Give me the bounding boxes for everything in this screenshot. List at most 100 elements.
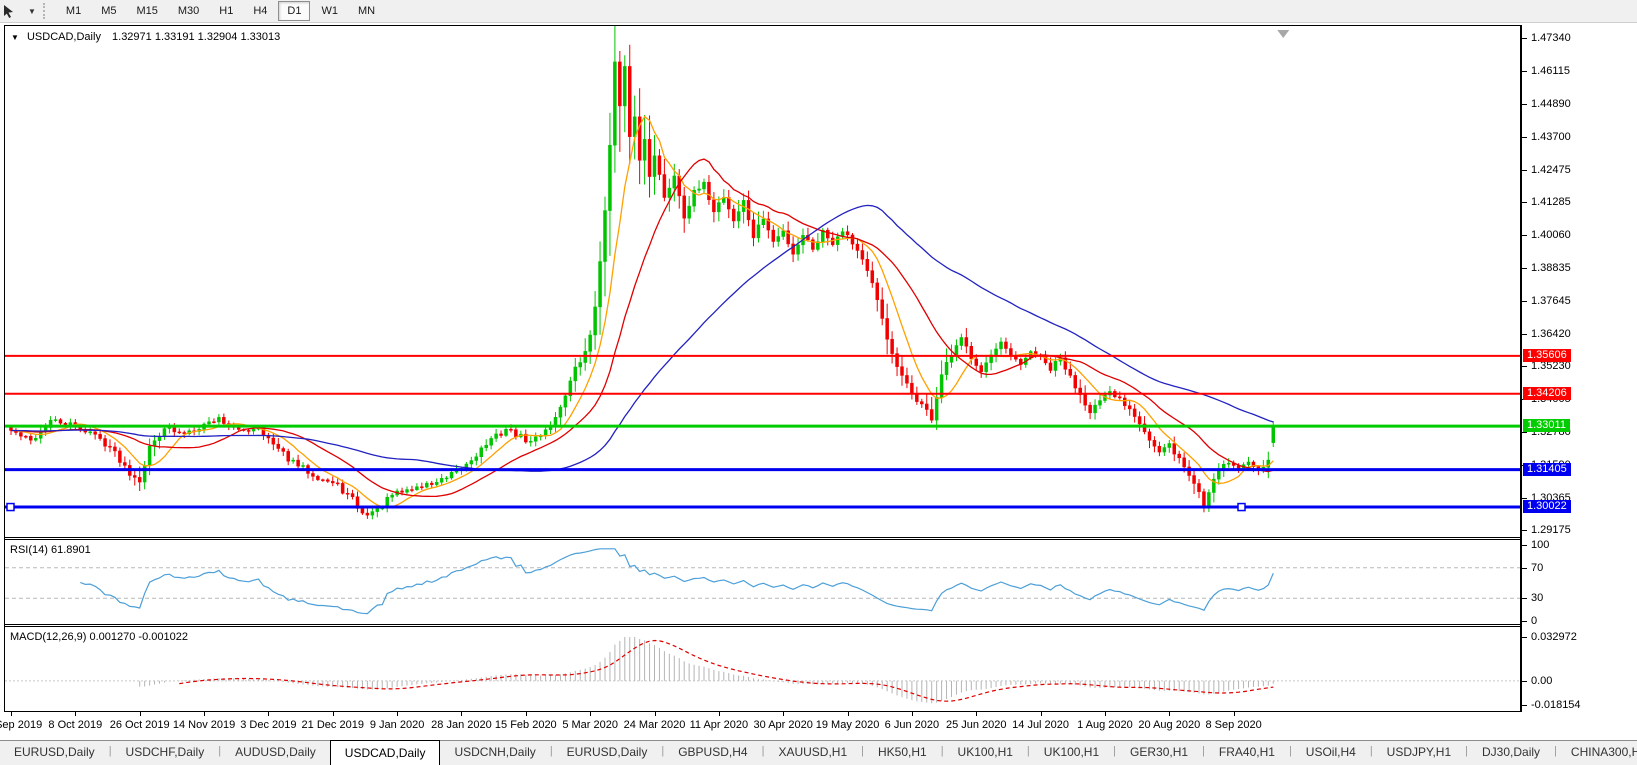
date-tick-label: 8 Sep 2020 bbox=[1206, 719, 1262, 731]
axis-tick bbox=[1522, 38, 1527, 39]
price-axis[interactable]: 1.473401.461151.448901.437001.424751.412… bbox=[1521, 25, 1637, 712]
date-tick bbox=[11, 712, 12, 716]
date-tick bbox=[848, 712, 849, 716]
cursor-tool-dropdown-icon[interactable]: ▼ bbox=[28, 7, 36, 16]
rsi-chart[interactable] bbox=[5, 540, 1520, 624]
macd-tick-label: -0.018154 bbox=[1531, 699, 1581, 711]
rsi-tick-label: 100 bbox=[1531, 539, 1549, 551]
price-line-label-1.33011: 1.33011 bbox=[1523, 419, 1570, 432]
date-tick-label: 25 Jun 2020 bbox=[946, 719, 1007, 731]
price-line-label-1.31405: 1.31405 bbox=[1523, 463, 1571, 476]
candlestick-chart[interactable] bbox=[5, 26, 1520, 537]
axis-tick bbox=[1522, 334, 1527, 335]
chart-symbol: USDCAD,Daily bbox=[27, 31, 101, 43]
axis-tick bbox=[1522, 621, 1527, 622]
rsi-panel[interactable]: RSI(14) 61.8901 bbox=[5, 540, 1520, 624]
timeframe-button-mn[interactable]: MN bbox=[349, 1, 384, 21]
timeframe-button-m30[interactable]: M30 bbox=[169, 1, 208, 21]
axis-tick bbox=[1522, 301, 1527, 302]
rsi-tick-label: 70 bbox=[1531, 562, 1543, 574]
toolbar: ▼ M1M5M15M30H1H4D1W1MN bbox=[0, 0, 1637, 23]
price-tick-label: 1.40060 bbox=[1531, 229, 1571, 241]
date-tick-label: 14 Nov 2019 bbox=[173, 719, 235, 731]
chart-title: ▼ USDCAD,Daily 1.32971 1.33191 1.32904 1… bbox=[11, 31, 280, 43]
date-tick bbox=[1169, 712, 1170, 716]
date-tick bbox=[333, 712, 334, 716]
chart-ohlc-values: 1.32971 1.33191 1.32904 1.33013 bbox=[112, 31, 280, 43]
chart-menu-icon[interactable]: ▼ bbox=[11, 33, 19, 42]
timeframe-button-d1[interactable]: D1 bbox=[278, 1, 310, 21]
timeframe-button-h4[interactable]: H4 bbox=[244, 1, 276, 21]
chart-tab-audusd-daily[interactable]: AUDUSD,Daily bbox=[221, 741, 330, 765]
date-tick bbox=[719, 712, 720, 716]
chart-tab-eurusd-daily[interactable]: EURUSD,Daily bbox=[0, 741, 109, 765]
hline-handle[interactable] bbox=[1238, 504, 1245, 511]
axis-tick bbox=[1522, 681, 1527, 682]
toolbar-grip[interactable] bbox=[43, 3, 49, 19]
price-tick-label: 1.44890 bbox=[1531, 98, 1571, 110]
date-tick-label: 5 Mar 2020 bbox=[562, 719, 618, 731]
chart-tab-ger30-h1[interactable]: GER30,H1 bbox=[1116, 741, 1202, 765]
date-tick bbox=[783, 712, 784, 716]
price-line-label-1.34206: 1.34206 bbox=[1523, 387, 1571, 400]
axis-tick bbox=[1522, 366, 1527, 367]
axis-tick bbox=[1522, 235, 1527, 236]
macd-tick-label: 0.00 bbox=[1531, 675, 1552, 687]
chart-window[interactable]: ▼ USDCAD,Daily 1.32971 1.33191 1.32904 1… bbox=[4, 25, 1521, 712]
axis-tick bbox=[1522, 545, 1527, 546]
rsi-label: RSI(14) 61.8901 bbox=[10, 544, 91, 556]
chart-tab-usdcad-daily[interactable]: USDCAD,Daily bbox=[330, 740, 441, 765]
price-tick-label: 1.38835 bbox=[1531, 262, 1571, 274]
macd-panel[interactable]: MACD(12,26,9) 0.001270 -0.001022 bbox=[5, 627, 1520, 711]
date-tick-label: 21 Dec 2019 bbox=[302, 719, 364, 731]
hline-handle[interactable] bbox=[7, 504, 14, 511]
axis-tick bbox=[1522, 170, 1527, 171]
axis-tick bbox=[1522, 530, 1527, 531]
price-chart-panel[interactable]: ▼ USDCAD,Daily 1.32971 1.33191 1.32904 1… bbox=[5, 26, 1520, 537]
cursor-tool-button[interactable] bbox=[0, 1, 28, 21]
chart-tab-hk50-h1[interactable]: HK50,H1 bbox=[864, 741, 941, 765]
timeframe-button-m15[interactable]: M15 bbox=[127, 1, 166, 21]
timeframe-button-w1[interactable]: W1 bbox=[312, 1, 347, 21]
chart-tab-usoil-h4[interactable]: USOil,H4 bbox=[1292, 741, 1370, 765]
chart-shift-marker-icon[interactable] bbox=[1277, 30, 1289, 38]
chart-tab-usdcnh-daily[interactable]: USDCNH,Daily bbox=[440, 741, 549, 765]
chart-tab-eurusd-daily[interactable]: EURUSD,Daily bbox=[553, 741, 662, 765]
axis-tick bbox=[1522, 137, 1527, 138]
chart-tab-xauusd-h1[interactable]: XAUUSD,H1 bbox=[764, 741, 861, 765]
price-tick-label: 1.43700 bbox=[1531, 131, 1571, 143]
macd-tick-label: 0.032972 bbox=[1531, 631, 1577, 643]
price-tick-label: 1.46115 bbox=[1531, 65, 1570, 77]
date-tick bbox=[655, 712, 656, 716]
date-tick-label: 6 Jun 2020 bbox=[885, 719, 939, 731]
price-tick-label: 1.36420 bbox=[1531, 328, 1571, 340]
chart-tab-china300-h1[interactable]: CHINA300,H1 bbox=[1557, 741, 1637, 765]
ma-mid-line bbox=[11, 159, 1273, 496]
date-tick-label: 30 Apr 2020 bbox=[754, 719, 813, 731]
date-tick bbox=[590, 712, 591, 716]
macd-chart[interactable] bbox=[5, 627, 1520, 711]
chart-tab-uk100-h1[interactable]: UK100,H1 bbox=[1030, 741, 1113, 765]
date-tick bbox=[1041, 712, 1042, 716]
chart-tab-uk100-h1[interactable]: UK100,H1 bbox=[944, 741, 1027, 765]
cursor-icon bbox=[2, 4, 15, 19]
chart-tab-fra40-h1[interactable]: FRA40,H1 bbox=[1205, 741, 1289, 765]
date-axis[interactable]: 19 Sep 20198 Oct 201926 Oct 201914 Nov 2… bbox=[4, 712, 1521, 740]
timeframe-button-h1[interactable]: H1 bbox=[210, 1, 242, 21]
axis-tick bbox=[1522, 432, 1527, 433]
chart-tab-usdjpy-h1[interactable]: USDJPY,H1 bbox=[1373, 741, 1465, 765]
date-tick-label: 9 Jan 2020 bbox=[370, 719, 424, 731]
chart-tab-bar: EURUSD,Daily|USDCHF,Daily|AUDUSD,DailyUS… bbox=[0, 740, 1637, 765]
date-tick-label: 14 Jul 2020 bbox=[1012, 719, 1069, 731]
axis-tick bbox=[1522, 568, 1527, 569]
date-tick bbox=[204, 712, 205, 716]
chart-tab-usdchf-daily[interactable]: USDCHF,Daily bbox=[112, 741, 219, 765]
date-tick-label: 28 Jan 2020 bbox=[431, 719, 492, 731]
date-tick-label: 19 May 2020 bbox=[816, 719, 880, 731]
date-tick bbox=[75, 712, 76, 716]
axis-tick bbox=[1522, 104, 1527, 105]
chart-tab-gbpusd-h4[interactable]: GBPUSD,H4 bbox=[664, 741, 761, 765]
chart-tab-dj30-daily[interactable]: DJ30,Daily bbox=[1468, 741, 1554, 765]
timeframe-button-m1[interactable]: M1 bbox=[57, 1, 90, 21]
timeframe-button-m5[interactable]: M5 bbox=[92, 1, 125, 21]
